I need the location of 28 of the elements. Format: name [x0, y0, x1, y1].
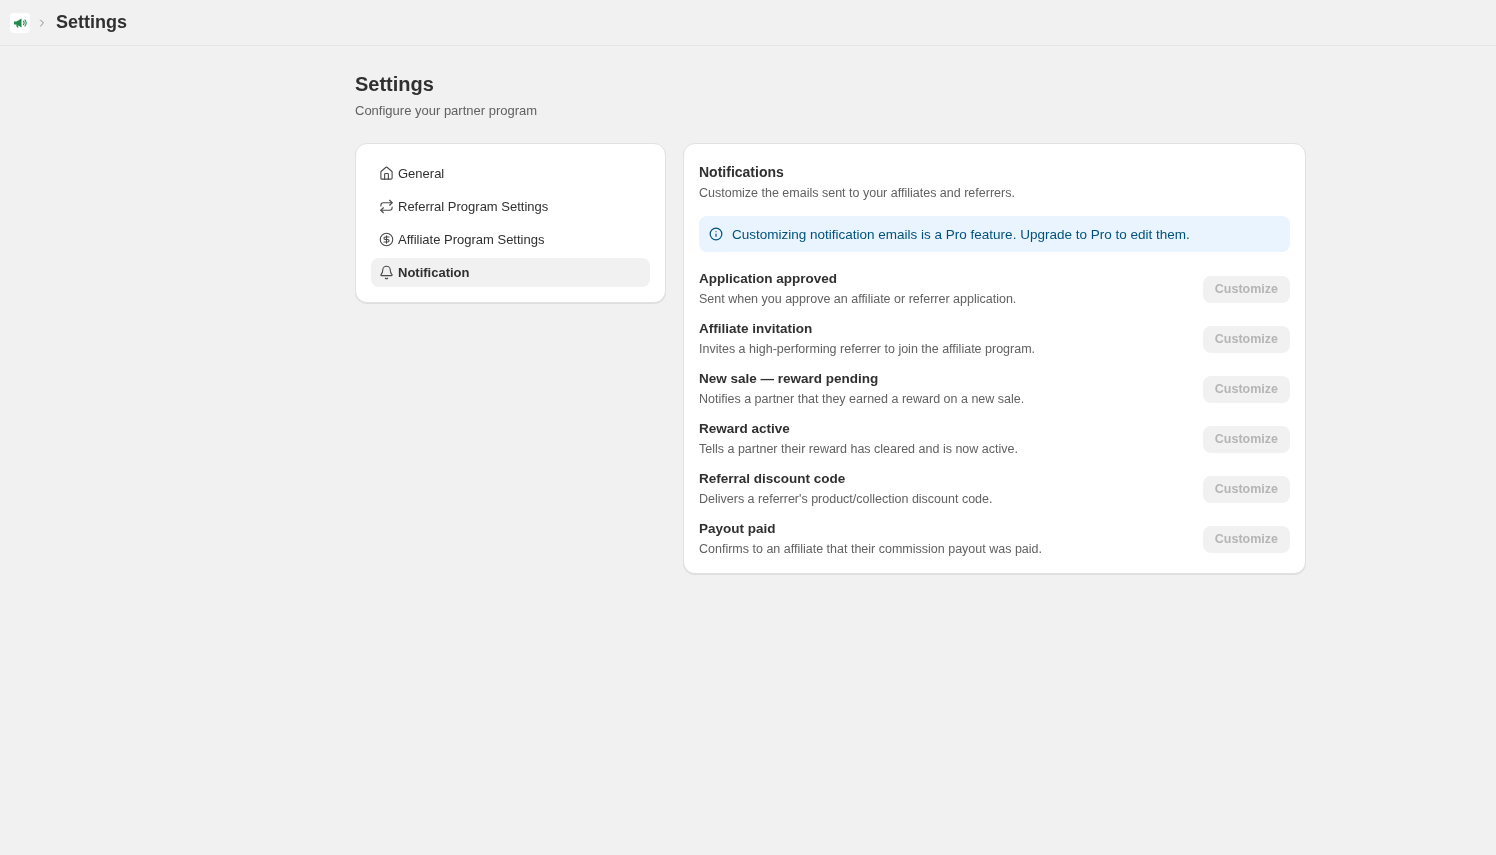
home-icon — [379, 166, 394, 181]
notification-description: Confirms to an affiliate that their commission payout was paid. — [699, 541, 1042, 558]
page-subtitle: Configure your partner program — [355, 102, 539, 119]
notification-title: Application approved — [699, 270, 838, 287]
notification-title: Referral discount code — [699, 470, 847, 487]
card-subtitle: Customize the emails sent to your affiliates and referrers. — [699, 185, 1016, 201]
nav-item[interactable]: Notification — [371, 258, 650, 287]
megaphone-logo-icon — [10, 12, 30, 33]
notification-title: Reward active — [699, 420, 791, 437]
notification-description: Tells a partner their reward has cleared and is now active. — [699, 441, 1018, 458]
nav-item[interactable]: General — [371, 159, 650, 188]
banner-text: Customizing notification emails is a Pro feature. Upgrade to Pro to edit them. — [732, 226, 1190, 242]
nav-item[interactable]: Affiliate Program Settings — [371, 225, 650, 254]
card-title: Notifications — [699, 163, 785, 181]
breadcrumb-title: Settings — [56, 12, 127, 33]
nav-item[interactable]: Referral Program Settings — [371, 192, 650, 221]
notification-title: Payout paid — [699, 520, 777, 537]
repeat-arrows-icon — [379, 199, 394, 214]
notification-title: New sale — reward pending — [699, 370, 880, 387]
dollar-circle-icon — [379, 232, 394, 247]
notification-description: Notifies a partner that they earned a reward on a new sale. — [699, 391, 1025, 408]
notification-description: Sent when you approve an affiliate or referrer application. — [699, 291, 1017, 308]
notification-description: Delivers a referrer's product/collection discount code. — [699, 491, 993, 508]
page-title: Settings — [355, 72, 435, 96]
info-icon — [709, 227, 723, 241]
bell-icon — [379, 265, 394, 280]
notification-description: Invites a high-performing referrer to join the affiliate program. — [699, 341, 1036, 358]
notification-title: Affiliate invitation — [699, 320, 814, 337]
